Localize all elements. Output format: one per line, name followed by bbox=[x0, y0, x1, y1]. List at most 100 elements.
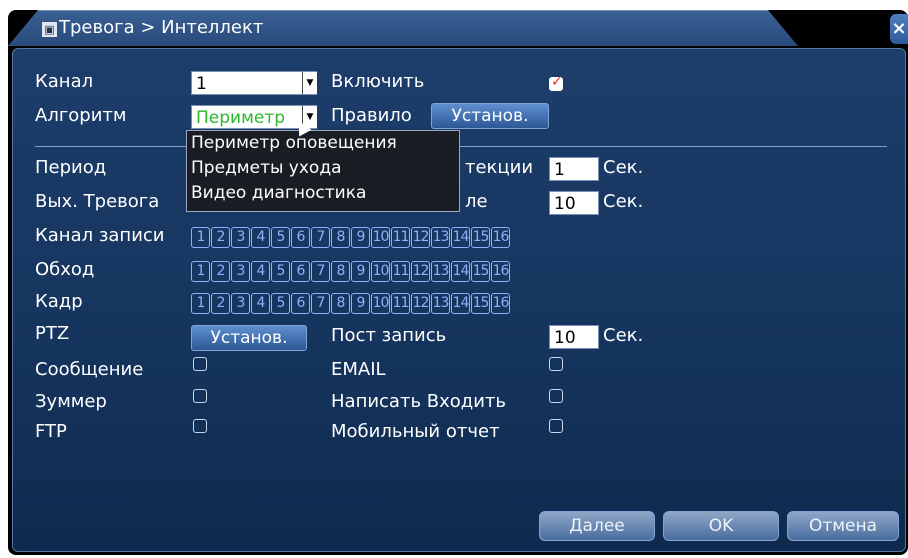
channel-label: Канал bbox=[35, 71, 94, 92]
channel-toggle[interactable]: 8 bbox=[331, 261, 350, 282]
channel-toggle[interactable]: 3 bbox=[231, 293, 250, 314]
write-log-label: Написать Входить bbox=[331, 391, 507, 412]
window-icon: ▣ bbox=[41, 21, 58, 38]
alarm-out-label: Вых. Тревога bbox=[35, 191, 160, 212]
algorithm-dropdown-menu: Периметр оповещения Предметы ухода Видео… bbox=[186, 130, 460, 212]
channel-toggle[interactable]: 1 bbox=[191, 293, 210, 314]
post-record-input[interactable]: 10 bbox=[549, 325, 599, 349]
message-checkbox[interactable] bbox=[193, 357, 207, 371]
snapshot-label: Кадр bbox=[35, 291, 83, 312]
channel-toggle[interactable]: 1 bbox=[191, 227, 210, 248]
enable-checkbox[interactable] bbox=[549, 74, 563, 91]
ftp-checkbox[interactable] bbox=[193, 419, 207, 433]
ptz-setup-button[interactable]: Установ. bbox=[191, 325, 307, 351]
mobile-report-label: Мобильный отчет bbox=[331, 421, 500, 442]
snapshot-channel-grid: 1 2 3 4 5 6 7 8 9 10 11 12 13 14 15 16 bbox=[191, 293, 511, 314]
channel-toggle[interactable]: 14 bbox=[451, 293, 470, 314]
mobile-report-checkbox[interactable] bbox=[549, 419, 563, 433]
algorithm-option[interactable]: Видео диагностика bbox=[187, 181, 459, 206]
divider bbox=[35, 146, 887, 147]
channel-toggle[interactable]: 4 bbox=[251, 227, 270, 248]
post-record-unit: Сек. bbox=[603, 325, 644, 346]
channel-toggle[interactable]: 9 bbox=[351, 261, 370, 282]
channel-toggle[interactable]: 12 bbox=[411, 227, 430, 248]
channel-toggle[interactable]: 8 bbox=[331, 227, 350, 248]
channel-toggle[interactable]: 10 bbox=[371, 293, 390, 314]
write-log-checkbox[interactable] bbox=[549, 389, 563, 403]
ftp-label: FTP bbox=[35, 421, 67, 442]
delay-label: ле bbox=[465, 191, 488, 212]
detection-label: текции bbox=[465, 157, 534, 178]
channel-toggle[interactable]: 9 bbox=[351, 227, 370, 248]
channel-toggle[interactable]: 2 bbox=[211, 227, 230, 248]
channel-toggle[interactable]: 3 bbox=[231, 227, 250, 248]
channel-toggle[interactable]: 12 bbox=[411, 261, 430, 282]
channel-toggle[interactable]: 15 bbox=[471, 293, 490, 314]
channel-toggle[interactable]: 11 bbox=[391, 261, 410, 282]
channel-toggle[interactable]: 8 bbox=[331, 293, 350, 314]
chevron-down-icon[interactable]: ▼ bbox=[302, 72, 317, 94]
delay-input[interactable]: 10 bbox=[549, 191, 599, 215]
detection-input[interactable]: 1 bbox=[549, 157, 599, 181]
channel-toggle[interactable]: 16 bbox=[491, 227, 510, 248]
channel-toggle[interactable]: 16 bbox=[491, 293, 510, 314]
alarm-intelligent-window: ▣ Тревога > Интеллект × Канал 1 ▼ Включи… bbox=[8, 10, 908, 555]
channel-toggle[interactable]: 7 bbox=[311, 261, 330, 282]
next-button[interactable]: Далее bbox=[539, 511, 655, 541]
rule-label: Правило bbox=[331, 105, 412, 126]
channel-toggle[interactable]: 4 bbox=[251, 261, 270, 282]
channel-toggle[interactable]: 7 bbox=[311, 227, 330, 248]
ok-button[interactable]: OK bbox=[663, 511, 779, 541]
channel-toggle[interactable]: 6 bbox=[291, 261, 310, 282]
channel-toggle[interactable]: 4 bbox=[251, 293, 270, 314]
channel-toggle[interactable]: 10 bbox=[371, 227, 390, 248]
period-label: Период bbox=[35, 157, 107, 178]
channel-toggle[interactable]: 11 bbox=[391, 293, 410, 314]
channel-toggle[interactable]: 14 bbox=[451, 227, 470, 248]
channel-toggle[interactable]: 13 bbox=[431, 261, 450, 282]
post-record-label: Пост запись bbox=[331, 325, 447, 346]
detection-unit: Сек. bbox=[603, 157, 644, 178]
channel-toggle[interactable]: 5 bbox=[271, 227, 290, 248]
rule-setup-button[interactable]: Установ. bbox=[431, 103, 549, 129]
channel-toggle[interactable]: 13 bbox=[431, 227, 450, 248]
channel-toggle[interactable]: 6 bbox=[291, 293, 310, 314]
channel-toggle[interactable]: 6 bbox=[291, 227, 310, 248]
tour-channel-grid: 1 2 3 4 5 6 7 8 9 10 11 12 13 14 15 16 bbox=[191, 261, 511, 282]
enable-label: Включить bbox=[331, 71, 425, 92]
channel-toggle[interactable]: 9 bbox=[351, 293, 370, 314]
channel-toggle[interactable]: 12 bbox=[411, 293, 430, 314]
message-label: Сообщение bbox=[35, 359, 144, 380]
channel-toggle[interactable]: 13 bbox=[431, 293, 450, 314]
channel-toggle[interactable]: 3 bbox=[231, 261, 250, 282]
channel-toggle[interactable]: 15 bbox=[471, 261, 490, 282]
algorithm-option[interactable]: Периметр оповещения bbox=[187, 131, 459, 156]
email-label: EMAIL bbox=[331, 359, 386, 380]
tour-label: Обход bbox=[35, 259, 95, 280]
record-channel-grid: 1 2 3 4 5 6 7 8 9 10 11 12 13 14 15 16 bbox=[191, 227, 511, 248]
buzzer-checkbox[interactable] bbox=[193, 389, 207, 403]
buzzer-label: Зуммер bbox=[35, 391, 107, 412]
ptz-label: PTZ bbox=[35, 323, 70, 344]
email-checkbox[interactable] bbox=[549, 357, 563, 371]
delay-unit: Сек. bbox=[603, 191, 644, 212]
close-icon[interactable]: × bbox=[890, 14, 908, 44]
channel-toggle[interactable]: 10 bbox=[371, 261, 390, 282]
title-bar: ▣ Тревога > Интеллект bbox=[8, 10, 798, 46]
channel-toggle[interactable]: 7 bbox=[311, 293, 330, 314]
channel-toggle[interactable]: 15 bbox=[471, 227, 490, 248]
channel-toggle[interactable]: 5 bbox=[271, 293, 290, 314]
channel-toggle[interactable]: 16 bbox=[491, 261, 510, 282]
record-channel-label: Канал записи bbox=[35, 225, 165, 246]
channel-select[interactable]: 1 bbox=[191, 71, 317, 95]
cancel-button[interactable]: Отмена bbox=[787, 511, 899, 541]
channel-toggle[interactable]: 11 bbox=[391, 227, 410, 248]
channel-toggle[interactable]: 2 bbox=[211, 293, 230, 314]
channel-toggle[interactable]: 5 bbox=[271, 261, 290, 282]
channel-toggle[interactable]: 1 bbox=[191, 261, 210, 282]
algorithm-option[interactable]: Предметы ухода bbox=[187, 156, 459, 181]
channel-toggle[interactable]: 2 bbox=[211, 261, 230, 282]
settings-panel: Канал 1 ▼ Включить Алгоритм Периметр ▼ П… bbox=[12, 48, 906, 552]
window-title: Тревога > Интеллект bbox=[59, 17, 264, 38]
channel-toggle[interactable]: 14 bbox=[451, 261, 470, 282]
